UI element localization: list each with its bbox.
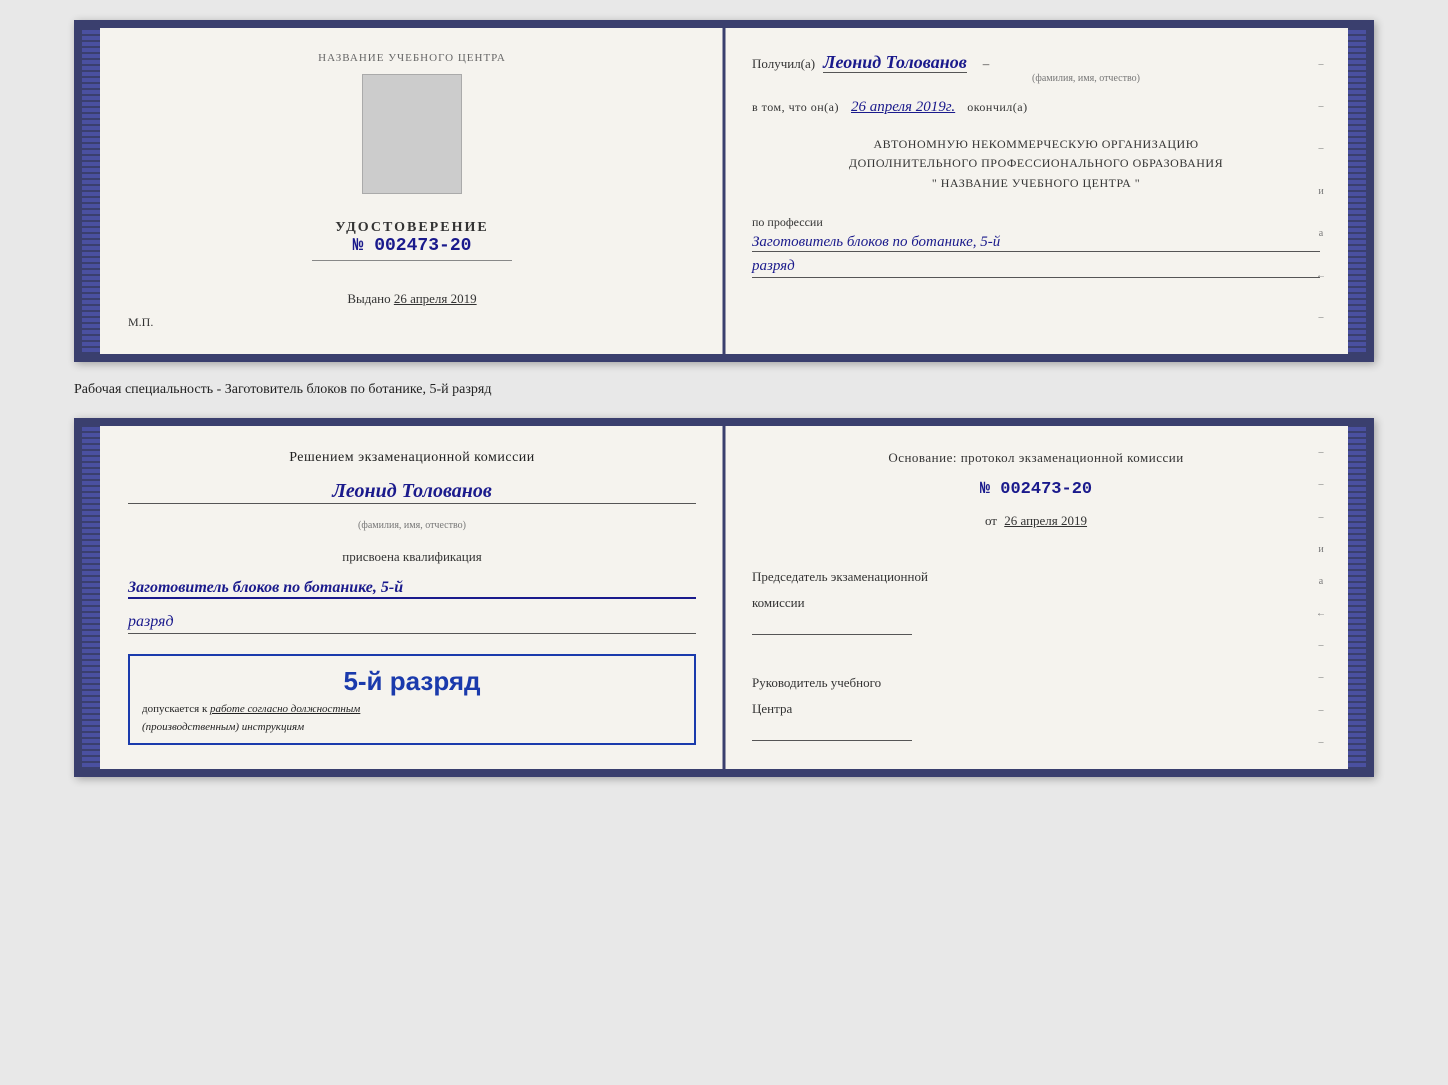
predsedatel-signature-line: [752, 615, 912, 635]
org-line3: " НАЗВАНИЕ УЧЕБНОГО ЦЕНТРА ": [752, 174, 1320, 193]
top-document: НАЗВАНИЕ УЧЕБНОГО ЦЕНТРА УДОСТОВЕРЕНИЕ №…: [74, 20, 1374, 362]
annotation: Рабочая специальность - Заготовитель бло…: [74, 378, 1374, 402]
org-line2: ДОПОЛНИТЕЛЬНОГО ПРОФЕССИОНАЛЬНОГО ОБРАЗО…: [752, 154, 1320, 173]
top-doc-right-page: Получил(а) Леонид Толованов – (фамилия, …: [724, 28, 1348, 354]
side-marks: – – – и а ← –: [1316, 28, 1326, 354]
protocol-number: № 002473-20: [752, 480, 1320, 499]
bottom-doc-left-page: Решением экзаменационной комиссии Леонид…: [100, 426, 724, 769]
fio-handwritten: Леонид Толованов: [128, 480, 696, 504]
udostoverenie-block: УДОСТОВЕРЕНИЕ № 002473-20: [312, 220, 512, 263]
spine-left: [82, 28, 100, 354]
razryad-bottom: разряд: [128, 613, 696, 634]
org-block: АВТОНОМНУЮ НЕКОММЕРЧЕСКУЮ ОРГАНИЗАЦИЮ ДО…: [752, 135, 1320, 193]
profession-block: по профессии Заготовитель блоков по бота…: [752, 215, 1320, 278]
prisvoena-text: присвоена квалификация: [128, 549, 696, 565]
rukovoditel-signature-line: [752, 721, 912, 741]
fio-sub: (фамилия, имя, отчество): [128, 520, 696, 531]
predsedatel-block: Председатель экзаменационной комиссии: [752, 559, 1320, 635]
rukovoditel-block: Руководитель учебного Центра: [752, 665, 1320, 741]
osnovanie-label: Основание: протокол экзаменационной коми…: [752, 450, 1320, 466]
vydano-block: Выдано 26 апреля 2019: [347, 291, 476, 307]
side-marks-bottom: – – – и а ← – – – –: [1316, 426, 1326, 769]
stamp-instruktsiyam: (производственным) инструкциям: [142, 721, 682, 733]
stamp-dopuskaetsya: допускается к работе согласно должностны…: [142, 703, 682, 715]
photo-placeholder: [362, 74, 462, 194]
fio-subtitle: (фамилия, имя, отчество): [852, 73, 1320, 84]
udostoverenie-title: УДОСТОВЕРЕНИЕ: [312, 220, 512, 236]
spine-left-bottom: [82, 426, 100, 769]
top-doc-left-page: НАЗВАНИЕ УЧЕБНОГО ЦЕНТРА УДОСТОВЕРЕНИЕ №…: [100, 28, 724, 354]
spine-right: [1348, 28, 1366, 354]
stamp-rank: 5-й разряд: [142, 666, 682, 697]
bottom-document: Решением экзаменационной комиссии Леонид…: [74, 418, 1374, 777]
bottom-doc-right-page: Основание: протокол экзаменационной коми…: [724, 426, 1348, 769]
recipient-block: Получил(а) Леонид Толованов – (фамилия, …: [752, 52, 1320, 84]
razryad-value: разряд: [752, 258, 1320, 278]
org-line1: АВТОНОМНУЮ НЕКОММЕРЧЕСКУЮ ОРГАНИЗАЦИЮ: [752, 135, 1320, 154]
v-tom-block: в том, что он(а) 26 апреля 2019г. окончи…: [752, 98, 1320, 117]
profession-value: Заготовитель блоков по ботанике, 5-й: [752, 234, 1320, 252]
qualification-text: Заготовитель блоков по ботанике, 5-й: [128, 579, 696, 599]
ot-date: от 26 апреля 2019: [752, 513, 1320, 529]
training-center-label: НАЗВАНИЕ УЧЕБНОГО ЦЕНТРА: [318, 52, 506, 64]
resheniem-heading: Решением экзаменационной комиссии: [128, 450, 696, 466]
stamp-box: 5-й разряд допускается к работе согласно…: [128, 654, 696, 745]
mp-stamp: М.П.: [128, 315, 153, 330]
udostoverenie-number: № 002473-20: [312, 236, 512, 256]
spine-right-bottom: [1348, 426, 1366, 769]
